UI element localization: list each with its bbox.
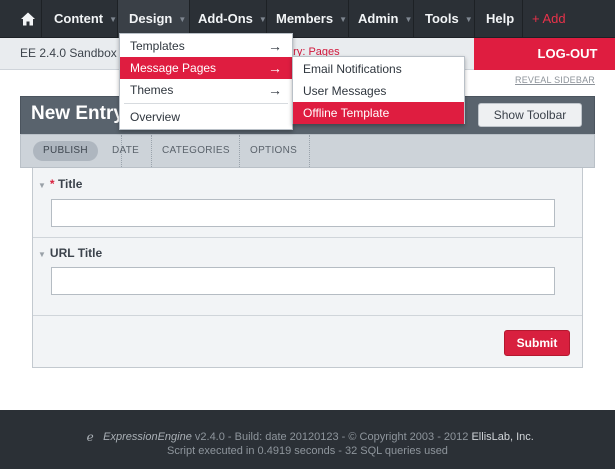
- page-title: New Entry:: [31, 103, 131, 124]
- site-name[interactable]: EE 2.4.0 Sandbox: [20, 46, 117, 60]
- nav-content[interactable]: Content ▼: [54, 0, 117, 38]
- logout-button[interactable]: LOG-OUT: [474, 38, 615, 70]
- show-toolbar-button[interactable]: Show Toolbar: [478, 103, 582, 127]
- url-title-field: ▼ URL Title: [33, 238, 582, 316]
- entry-form: ▼ * Title ▼ URL Title Submit: [32, 168, 583, 368]
- footer-stats: Script executed in 0.4919 seconds - 32 S…: [167, 445, 448, 457]
- menu-item-email-notifications[interactable]: Email Notifications: [293, 58, 464, 80]
- url-title-input[interactable]: [51, 267, 555, 295]
- nav-addons-label: Add-Ons: [198, 11, 253, 26]
- required-marker: *: [49, 177, 55, 191]
- nav-help[interactable]: Help: [486, 0, 514, 38]
- nav-divider: [474, 0, 475, 38]
- footer-company-link[interactable]: EllisLab, Inc.: [471, 431, 533, 443]
- nav-divider: [413, 0, 414, 38]
- design-dropdown-menu: Templates → Message Pages → Themes → Overvi…: [119, 33, 293, 130]
- top-navigation: Content ▼ Design ▼ Add-Ons ▼ Members ▼ Admin…: [0, 0, 615, 38]
- menu-item-message-pages[interactable]: Message Pages →: [120, 57, 292, 79]
- arrow-right-icon: →: [268, 60, 282, 76]
- nav-admin-label: Admin: [358, 11, 399, 26]
- tab-date[interactable]: DATE: [112, 135, 139, 167]
- nav-divider: [522, 0, 523, 38]
- chevron-down-icon: ▼: [109, 15, 118, 24]
- tab-publish[interactable]: PUBLISH: [33, 141, 98, 161]
- menu-item-templates[interactable]: Templates →: [120, 35, 292, 57]
- menu-item-label: Themes: [130, 83, 174, 97]
- menu-item-overview[interactable]: Overview: [120, 106, 292, 128]
- title-field: ▼ * Title: [33, 168, 582, 238]
- menu-item-user-messages[interactable]: User Messages: [293, 80, 464, 102]
- nav-content-label: Content: [54, 11, 104, 26]
- submit-button[interactable]: Submit: [504, 330, 570, 356]
- nav-tools[interactable]: Tools ▼: [425, 0, 473, 38]
- footer-copyright: e ExpressionEngine v2.4.0 - Build: date 2…: [0, 430, 615, 444]
- message-pages-submenu: Email Notifications User Messages Offlin…: [292, 56, 465, 124]
- nav-design-label: Design: [129, 11, 173, 26]
- menu-divider: [124, 103, 288, 104]
- collapse-arrow-icon[interactable]: ▼: [38, 181, 46, 190]
- tab-divider: [151, 135, 152, 167]
- menu-item-offline-template[interactable]: Offline Template: [293, 102, 464, 124]
- arrow-right-icon: →: [268, 82, 282, 98]
- nav-divider: [348, 0, 349, 38]
- nav-members-label: Members: [276, 11, 334, 26]
- publish-tabs: PUBLISH DATE CATEGORIES OPTIONS: [20, 134, 595, 168]
- nav-admin[interactable]: Admin ▼: [358, 0, 412, 38]
- chevron-down-icon: ▼: [339, 15, 347, 24]
- tab-categories[interactable]: CATEGORIES: [162, 135, 230, 167]
- url-title-label[interactable]: ▼ URL Title: [38, 246, 102, 260]
- nav-divider: [41, 0, 42, 38]
- collapse-arrow-icon[interactable]: ▼: [38, 250, 46, 259]
- arrow-right-icon: →: [268, 38, 282, 54]
- title-label[interactable]: ▼ * Title: [38, 177, 82, 191]
- chevron-down-icon: ▼: [464, 15, 473, 24]
- menu-item-label: Message Pages: [130, 61, 217, 75]
- tab-divider: [239, 135, 240, 167]
- tab-divider: [309, 135, 310, 167]
- menu-item-themes[interactable]: Themes →: [120, 79, 292, 101]
- footer: e ExpressionEngine v2.4.0 - Build: date 2…: [0, 410, 615, 469]
- reveal-sidebar-link[interactable]: REVEAL SIDEBAR: [515, 75, 595, 85]
- nav-add[interactable]: + Add: [532, 0, 566, 38]
- nav-tools-label: Tools: [425, 11, 459, 26]
- chevron-down-icon: ▼: [404, 15, 413, 24]
- expressionengine-logo-icon: e: [86, 430, 94, 444]
- tab-options[interactable]: OPTIONS: [250, 135, 297, 167]
- url-title-label-text: URL Title: [49, 246, 103, 260]
- title-label-text: Title: [57, 177, 83, 191]
- title-input[interactable]: [51, 199, 555, 227]
- home-icon[interactable]: [20, 11, 36, 27]
- menu-item-label: Templates: [130, 39, 185, 53]
- footer-version: v2.4.0 - Build: date 20120123 - © Copyri…: [194, 431, 469, 443]
- footer-brand: ExpressionEngine: [103, 431, 192, 443]
